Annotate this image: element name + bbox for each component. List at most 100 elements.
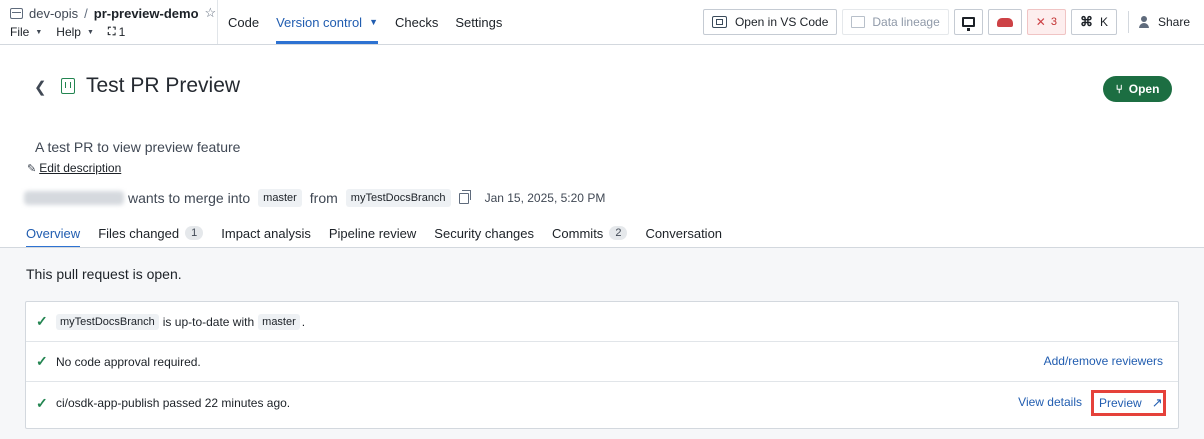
commits-count: 2 — [609, 226, 628, 240]
caret-down-icon: ▼ — [35, 28, 43, 36]
tab-code[interactable]: Code — [228, 0, 259, 44]
toolbar-divider — [1127, 11, 1129, 33]
data-lineage-label: Data lineage — [872, 15, 940, 29]
check-row-up-to-date: ✓ myTestDocsBranch is up-to-date with ma… — [26, 302, 1178, 342]
shortcut-key: K — [1099, 15, 1108, 29]
merge-info: wants to merge into master from myTestDo… — [24, 188, 605, 208]
open-in-vscode-label: Open in VS Code — [734, 15, 829, 29]
tab-version-control-label: Version control — [276, 14, 363, 30]
command-icon: ⌘ — [1079, 14, 1093, 29]
folder-icon — [10, 7, 23, 19]
tab-files-changed[interactable]: Files changed 1 — [98, 218, 204, 248]
help-menu-label: Help — [56, 25, 81, 39]
person-icon — [1138, 16, 1151, 28]
tab-settings-label: Settings — [455, 14, 503, 30]
up-to-date-period: . — [301, 314, 306, 329]
pr-tabs: Overview Files changed 1 Impact analysis … — [26, 218, 740, 248]
external-link-arrow-icon: ↗ — [1151, 395, 1163, 410]
pr-description: A test PR to view preview feature — [35, 139, 241, 155]
check-icon: ✓ — [36, 394, 48, 411]
tab-overview-label: Overview — [26, 225, 81, 241]
tab-security-changes-label: Security changes — [434, 225, 535, 241]
tab-impact-analysis-label: Impact analysis — [221, 225, 311, 241]
up-to-date-text: is up-to-date with — [162, 314, 255, 329]
monitor-icon — [961, 17, 975, 31]
help-menu[interactable]: Help ▼ — [56, 25, 94, 39]
share-label: Share — [1157, 15, 1190, 29]
check-row-ci: ✓ ci/osdk-app-publish passed 22 minutes … — [26, 383, 1178, 423]
ci-status-text: ci/osdk-app-publish passed 22 minutes ag… — [56, 396, 291, 410]
main-tabs: Code Version control ▼ Checks Settings — [228, 0, 519, 44]
tab-settings[interactable]: Settings — [455, 0, 502, 44]
check-icon: ✓ — [36, 313, 48, 329]
from-text: from — [309, 190, 338, 206]
view-details-link[interactable]: View details — [1018, 395, 1082, 409]
merge-icon: ⑂ — [1115, 82, 1123, 96]
caret-down-icon: ▼ — [369, 17, 378, 27]
project-header: dev-opis / pr-preview-demo ☆ File ▼ Help ▼… — [0, 0, 218, 44]
check-row-approval: ✓ No code approval required. Add/remove … — [26, 342, 1178, 382]
errors-button[interactable]: ✕ 3 — [1026, 9, 1066, 35]
pr-date: Jan 15, 2025, 5:20 PM — [484, 191, 606, 205]
monitor-button[interactable] — [953, 9, 983, 35]
edit-description-link[interactable]: ✎ Edit description — [27, 161, 121, 175]
project-name[interactable]: pr-preview-demo — [94, 6, 199, 21]
breadcrumb-separator: / — [84, 5, 88, 21]
edit-description-label: Edit description — [39, 161, 122, 175]
source-branch-chip: myTestDocsBranch — [345, 189, 451, 207]
approval-text: No code approval required. — [56, 354, 201, 369]
project-parent-link[interactable]: dev-opis — [29, 6, 78, 21]
branches-icon: ⛶ — [107, 25, 116, 38]
tab-conversation[interactable]: Conversation — [645, 218, 722, 248]
file-menu[interactable]: File ▼ — [10, 25, 42, 39]
toolbar-right: Open in VS Code Data lineage ✕ 3 ⌘ K Sha… — [702, 9, 1204, 35]
tab-security-changes[interactable]: Security changes — [434, 218, 534, 248]
preview-link[interactable]: Preview ↗ — [1091, 390, 1166, 416]
command-palette-button[interactable]: ⌘ K — [1070, 9, 1117, 35]
tab-pipeline-review-label: Pipeline review — [328, 225, 417, 241]
add-remove-reviewers-link[interactable]: Add/remove reviewers — [1044, 354, 1163, 368]
branch-count[interactable]: ⛶ 1 — [108, 25, 125, 39]
error-count: 3 — [1050, 16, 1057, 28]
target-branch-chip: master — [258, 313, 300, 330]
tab-code-label: Code — [228, 14, 260, 30]
tab-version-control[interactable]: Version control ▼ — [276, 0, 378, 44]
tab-overview[interactable]: Overview — [26, 218, 81, 248]
car-button[interactable] — [987, 9, 1022, 35]
back-chevron-icon[interactable]: ❮ — [34, 78, 47, 96]
open-in-vscode-button[interactable]: Open in VS Code — [702, 9, 838, 35]
tab-checks[interactable]: Checks — [395, 0, 438, 44]
checks-list: ✓ myTestDocsBranch is up-to-date with ma… — [25, 301, 1179, 429]
tab-commits[interactable]: Commits 2 — [552, 218, 628, 248]
pencil-icon: ✎ — [27, 162, 37, 175]
car-icon — [996, 17, 1013, 27]
pr-status-title: This pull request is open. — [26, 266, 182, 282]
data-lineage-icon — [851, 16, 866, 28]
close-icon: ✕ — [1035, 15, 1046, 29]
author-name-redacted — [24, 191, 124, 205]
status-badge: ⑂ Open — [1103, 76, 1172, 102]
tab-checks-label: Checks — [395, 14, 439, 30]
caret-down-icon: ▼ — [86, 28, 94, 36]
top-bar: dev-opis / pr-preview-demo ☆ File ▼ Help ▼… — [0, 0, 1204, 45]
copy-icon[interactable] — [458, 189, 471, 204]
project-menu: File ▼ Help ▼ ⛶ 1 — [10, 24, 139, 40]
tab-pipeline-review[interactable]: Pipeline review — [329, 218, 416, 248]
source-branch-chip: myTestDocsBranch — [56, 313, 159, 330]
pull-request-icon — [61, 78, 75, 94]
tab-files-changed-label: Files changed — [98, 225, 180, 241]
check-icon: ✓ — [36, 353, 48, 369]
project-breadcrumb: dev-opis / pr-preview-demo ☆ — [10, 5, 216, 21]
data-lineage-button[interactable]: Data lineage — [842, 9, 949, 35]
tab-commits-label: Commits — [552, 225, 604, 241]
file-menu-label: File — [10, 25, 30, 39]
star-icon[interactable]: ☆ — [205, 5, 217, 21]
status-badge-label: Open — [1128, 82, 1160, 96]
share-button[interactable]: Share — [1138, 15, 1190, 29]
preview-label: Preview — [1099, 396, 1142, 410]
branch-count-value: 1 — [118, 25, 126, 39]
merge-text: wants to merge into — [128, 190, 251, 206]
page-title: Test PR Preview — [86, 74, 241, 97]
tab-impact-analysis[interactable]: Impact analysis — [221, 218, 311, 248]
tab-conversation-label: Conversation — [645, 225, 723, 241]
